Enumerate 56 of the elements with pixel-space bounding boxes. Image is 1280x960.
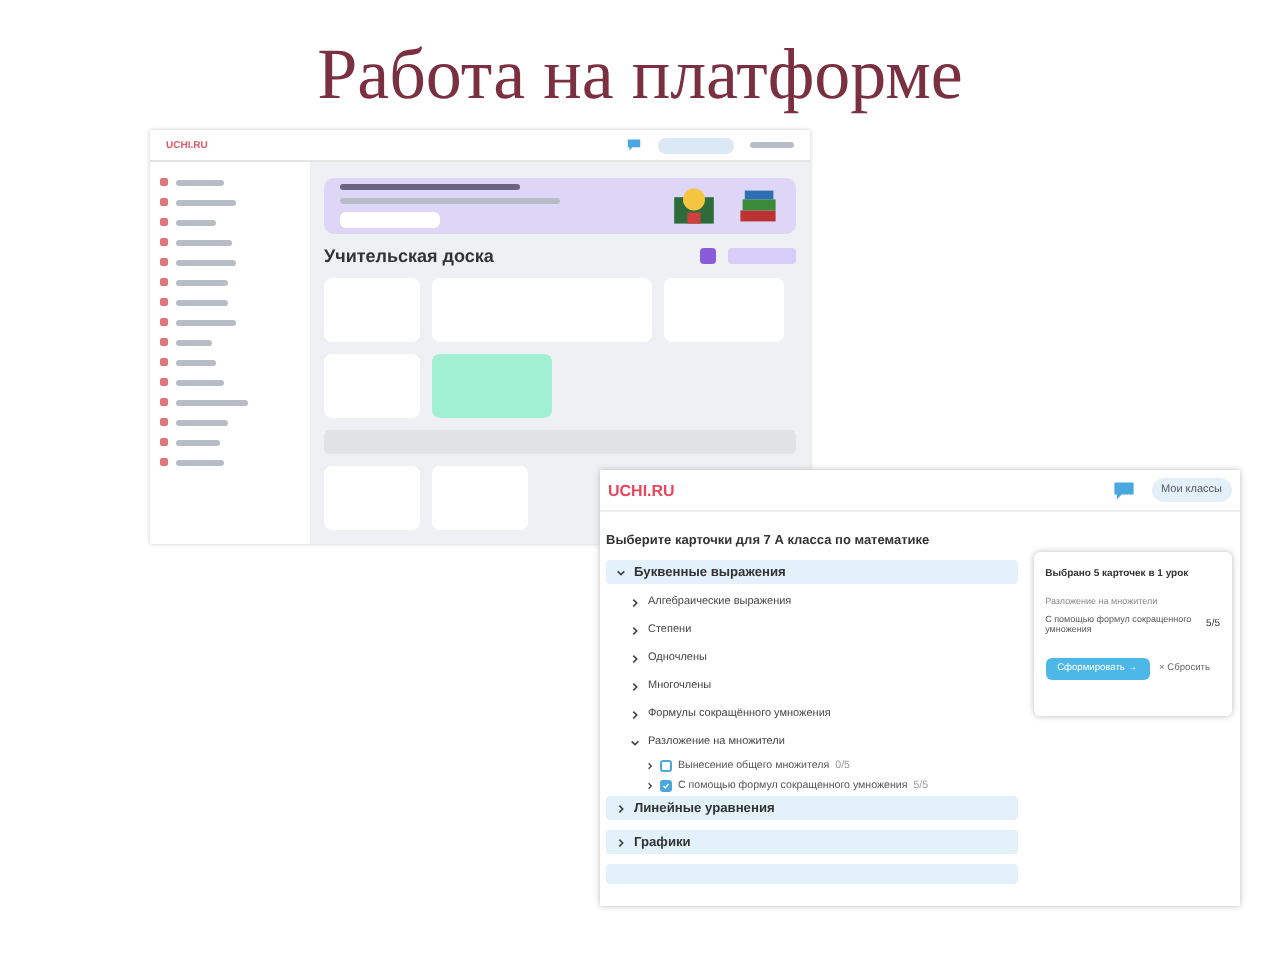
caret-icon: [616, 567, 626, 577]
blurred-text: [176, 299, 228, 305]
menu-icon: [160, 198, 168, 206]
checkbox[interactable]: [660, 760, 672, 772]
blurred-text: [176, 279, 228, 285]
class-selector[interactable]: [658, 137, 734, 153]
blurred-text: [176, 319, 236, 325]
menu-icon: [160, 258, 168, 266]
chat-icon[interactable]: [1111, 479, 1135, 501]
banner-button[interactable]: [340, 212, 440, 229]
topic-row[interactable]: [606, 864, 1018, 884]
menu-icon: [160, 218, 168, 226]
blurred-text: [176, 259, 236, 265]
caret-icon: [630, 597, 640, 607]
teacher-icon: [672, 184, 716, 229]
dashboard-card[interactable]: [432, 354, 552, 419]
caret-icon: [630, 681, 640, 691]
blurred-text: [176, 359, 216, 365]
caret-icon: [630, 653, 640, 663]
chat-icon[interactable]: [626, 138, 642, 152]
menu-icon: [160, 238, 168, 246]
menu-icon: [160, 438, 168, 446]
menu-icon: [160, 378, 168, 386]
blurred-text: [176, 459, 224, 465]
caret-icon: [616, 803, 626, 813]
caret-icon: [646, 782, 654, 790]
menu-icon: [160, 418, 168, 426]
caret-icon: [616, 837, 626, 847]
blurred-text: [176, 379, 224, 385]
blurred-text: [750, 142, 794, 148]
menu-icon: [160, 178, 168, 186]
logo: UCHI.RU: [608, 481, 675, 499]
menu-icon: [160, 318, 168, 326]
slide-title: Работа на платформе: [315, 32, 965, 116]
caret-icon: [630, 709, 640, 719]
menu-icon: [160, 358, 168, 366]
blurred-text: [176, 419, 228, 425]
create-button[interactable]: [728, 248, 796, 265]
menu-icon: [160, 298, 168, 306]
blurred-text: [176, 199, 236, 205]
download-button[interactable]: [700, 248, 716, 265]
caret-icon: [630, 625, 640, 635]
blurred-text: [176, 239, 232, 245]
menu-icon: [160, 398, 168, 406]
blurred-text: [176, 439, 220, 445]
caret-icon: [630, 737, 640, 747]
blurred-text: [176, 399, 248, 405]
caret-icon: [646, 762, 654, 770]
blurred-text: [176, 179, 224, 185]
menu-icon: [160, 278, 168, 286]
blurred-text: [176, 339, 212, 345]
checkbox[interactable]: [660, 780, 672, 792]
dashboard-heading: Учительская доска: [324, 246, 494, 267]
menu-icon: [160, 338, 168, 346]
menu-icon: [160, 458, 168, 466]
blurred-text: [176, 219, 216, 225]
